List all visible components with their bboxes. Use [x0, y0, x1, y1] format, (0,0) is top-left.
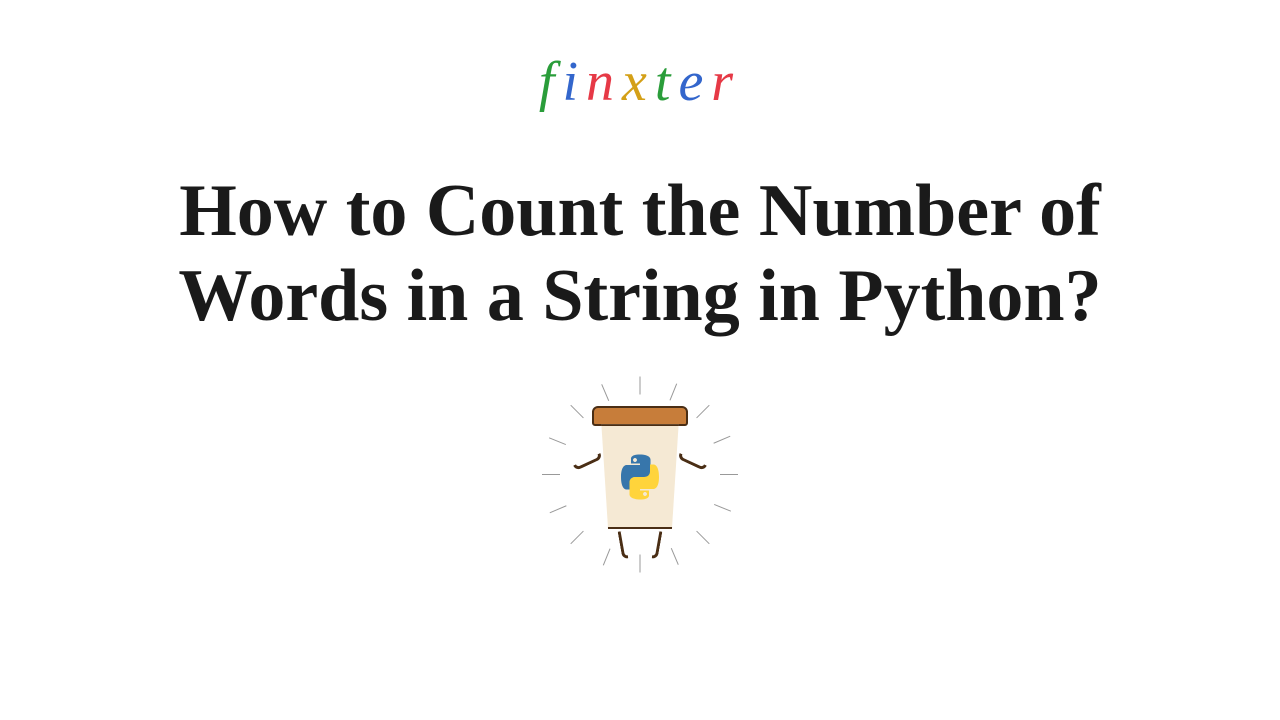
page-title: How to Count the Number of Words in a St…: [90, 169, 1190, 339]
logo-letter-f: f: [539, 50, 563, 114]
python-logo-icon: [615, 452, 665, 502]
logo-letter-x: x: [622, 50, 655, 114]
logo-letter-n: n: [586, 50, 622, 114]
mascot-illustration: [540, 384, 740, 564]
logo-letter-r: r: [711, 50, 741, 114]
brand-logo: f i n x t e r: [539, 50, 741, 114]
cup-body: [598, 424, 682, 529]
logo-letter-i: i: [562, 50, 586, 114]
logo-letter-e: e: [678, 50, 711, 114]
cup-lid: [592, 406, 688, 426]
coffee-cup-icon: [595, 414, 685, 534]
logo-letter-t: t: [655, 50, 679, 114]
